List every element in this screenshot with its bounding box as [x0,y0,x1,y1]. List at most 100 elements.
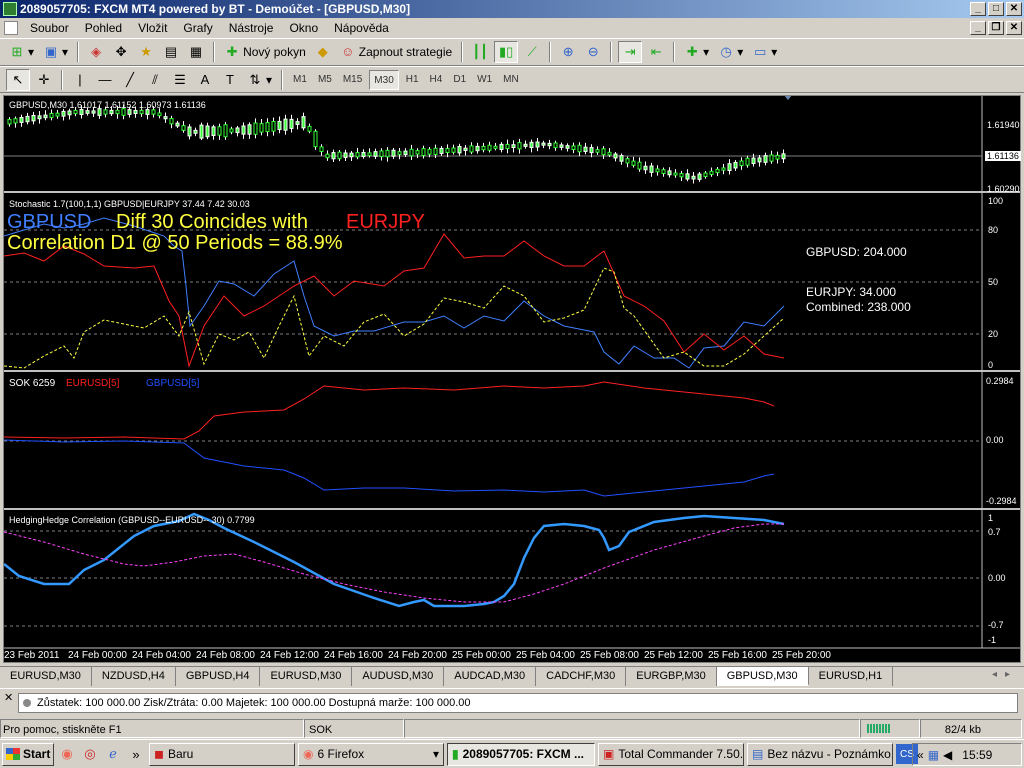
navigator-button[interactable]: ★ [135,41,157,63]
vertical-line-button[interactable]: | [69,69,91,91]
firefox-quicklaunch-icon[interactable]: ◉ [57,744,77,764]
child-close-button[interactable]: ✕ [1006,21,1022,35]
candle-body [247,124,252,135]
line-chart-button[interactable]: ⟋ [521,41,543,63]
child-restore-button[interactable]: ❐ [988,21,1004,35]
tab-eurusd-h1[interactable]: EURUSD,H1 [809,667,894,686]
task-notepad[interactable]: ▤ Bez názvu - Poznámko... [747,742,893,766]
timeframe-h1[interactable]: H1 [402,70,423,90]
tab-gbpusd-h4[interactable]: GBPUSD,H4 [176,667,261,686]
cursor-button[interactable]: ↖ [6,68,30,91]
candle-body [139,109,144,115]
periods-button[interactable]: ◷ ▾ [715,41,746,63]
task-firefox[interactable]: ◉ 6 Firefox ▾ [298,742,444,766]
task-mt4-label: 2089057705: FXCM ... [462,746,585,761]
terminal-button[interactable]: ▤ [160,41,182,63]
fibo-button[interactable]: ☰ [169,69,191,91]
crosshair-button[interactable]: ✛ [33,69,55,91]
bar-chart-button[interactable]: ┃┃ [469,41,491,63]
menu-napoveda[interactable]: Nápověda [326,18,397,38]
tab-eurusd-m30-2[interactable]: EURUSD,M30 [260,667,353,686]
timeframe-w1[interactable]: W1 [473,70,496,90]
ie-quicklaunch-icon[interactable]: ℯ [103,744,123,764]
account-summary-row[interactable]: Zůstatek: 100 000.00 Zisk/Ztráta: 0.00 M… [18,693,1018,713]
tab-eurusd-m30[interactable]: EURUSD,M30 [0,667,92,686]
timeframe-m30[interactable]: M30 [369,69,399,90]
task-baru[interactable]: ◼ Baru [149,742,295,766]
tray-network-icon[interactable]: ▦ [928,748,939,762]
candle-body [307,125,312,132]
candle-body [397,151,402,155]
candle-body [535,141,540,148]
timeframe-m15[interactable]: M15 [339,70,366,90]
zoom-out-button[interactable]: ⊖ [582,41,604,63]
task-notepad-label: Bez názvu - Poznámko... [767,746,893,761]
timeframe-h4[interactable]: H4 [426,70,447,90]
start-button[interactable]: Start [2,742,54,766]
document-icon[interactable] [4,21,18,35]
chart-shift-button[interactable]: ⇤ [645,41,667,63]
timeframe-m5[interactable]: M5 [314,70,336,90]
tab-nzdusd-h4[interactable]: NZDUSD,H4 [92,667,176,686]
timeframe-m1[interactable]: M1 [289,70,311,90]
chart-window[interactable]: GBPUSD,M30 1.61017 1.61152 1.60973 1.611… [3,95,1021,663]
menu-grafy[interactable]: Grafy [175,18,220,38]
candle-body [715,168,720,174]
quicklaunch-more-icon[interactable]: » [126,744,146,764]
maximize-button[interactable]: □ [988,2,1004,16]
timeframe-mn[interactable]: MN [499,70,523,90]
hedge-level-1: 1 [988,513,994,523]
tray-expand-icon[interactable]: « [917,748,924,762]
candle-body [163,116,168,120]
text-button[interactable]: A [194,69,216,91]
start-label: Start [23,747,51,761]
menu-pohled[interactable]: Pohled [77,18,130,38]
tab-eurgbp-m30[interactable]: EURGBP,M30 [626,667,717,686]
new-order-button[interactable]: ✚ Nový pokyn [221,41,309,63]
menu-soubor[interactable]: Soubor [22,18,77,38]
terminal-close-icon[interactable]: ✕ [4,691,13,704]
child-minimize-button[interactable]: _ [970,21,986,35]
text-icon: A [200,71,210,87]
minimize-button[interactable]: _ [970,2,986,16]
indicators-button[interactable]: ✚ ▾ [681,41,712,63]
zoom-in-button[interactable]: ⊕ [557,41,579,63]
tab-audusd-m30[interactable]: AUDUSD,M30 [352,667,445,686]
tab-cadchf-m30[interactable]: CADCHF,M30 [536,667,627,686]
menu-vlozit[interactable]: Vložit [130,18,175,38]
tray-volume-icon[interactable]: ◀ [943,748,952,762]
data-window-button[interactable]: ✥ [110,41,132,63]
candlestick-button[interactable]: ▮▯ [494,41,519,63]
candle-body [475,145,480,152]
task-mt4[interactable]: ▮ 2089057705: FXCM ... [447,742,595,766]
tab-gbpusd-m30[interactable]: GBPUSD,M30 [716,667,809,686]
metaeditor-button[interactable]: ◆ [312,41,334,63]
profiles-button[interactable]: ▣ ▾ [40,41,71,63]
tab-audcad-m30[interactable]: AUDCAD,M30 [444,667,537,686]
autoscroll-button[interactable]: ⇥ [618,41,643,63]
start-strategy-button[interactable]: ☺ Zapnout strategie [337,41,455,63]
channel-button[interactable]: ⫽ [144,69,166,91]
candle-body [625,158,630,164]
close-button[interactable]: ✕ [1006,2,1022,16]
timeframe-d1[interactable]: D1 [449,70,470,90]
market-watch-button[interactable]: ◈ [85,41,107,63]
status-profile: SOK [304,719,404,738]
tab-scroll-arrows-icon[interactable]: ◂▸ [992,669,1018,680]
trendline-button[interactable]: ╱ [119,69,141,91]
arrows-button[interactable]: ⇅ ▾ [244,69,275,91]
menu-okno[interactable]: Okno [281,18,326,38]
templates-button[interactable]: ▭ ▾ [749,41,780,63]
text-label-button[interactable]: T [219,69,241,91]
opera-quicklaunch-icon[interactable]: ◎ [80,744,100,764]
menu-nastroje[interactable]: Nástroje [221,18,282,38]
horizontal-line-button[interactable]: — [94,69,116,91]
tester-button[interactable]: ▦ [185,41,207,63]
candle-body [655,168,660,173]
task-total-commander[interactable]: ▣ Total Commander 7.50... [598,742,744,766]
candle-body [673,172,678,176]
crosshair-icon: ✛ [38,71,50,87]
clock: 15:59 [962,747,993,762]
new-chart-button[interactable]: ⊞ ▾ [6,41,37,63]
candle-body [415,150,420,155]
